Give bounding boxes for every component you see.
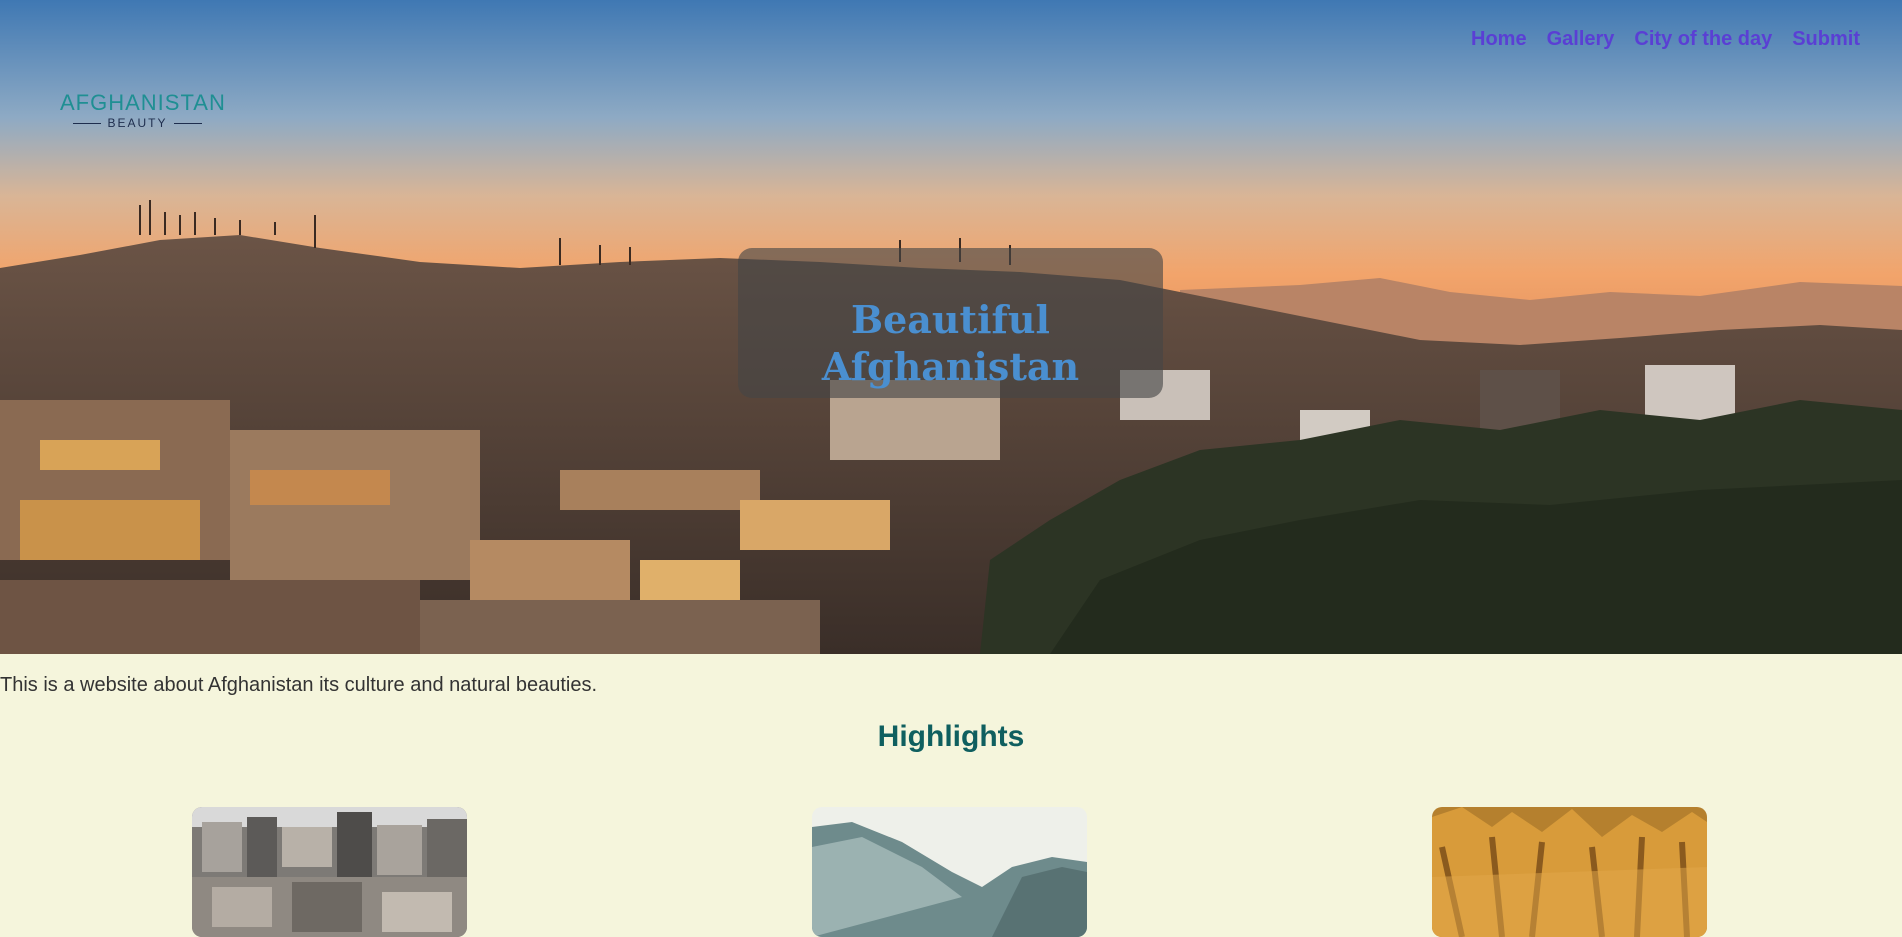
logo-divider-right [173, 122, 202, 124]
hero-title-box: Beautiful Afghanistan [738, 248, 1163, 398]
logo-sub-label: BEAUTY [107, 116, 168, 130]
hero-banner: AFGHANISTAN BEAUTY Home Gallery City of … [0, 0, 1902, 654]
nav-submit-link[interactable]: Submit [1792, 28, 1860, 51]
highlight-card-rocks[interactable] [1432, 807, 1707, 937]
city-photo [192, 807, 467, 937]
logo-main-text: AFGHANISTAN [60, 90, 226, 115]
main-nav: Home Gallery City of the day Submit [1471, 28, 1860, 51]
nav-city-of-the-day-link[interactable]: City of the day [1634, 28, 1772, 51]
highlights-title: Highlights [877, 720, 1025, 753]
nav-gallery-link[interactable]: Gallery [1547, 28, 1615, 51]
nav-home-link[interactable]: Home [1471, 28, 1527, 51]
snowy-valley-photo [812, 807, 1087, 937]
rock-formations-photo [1432, 807, 1707, 937]
logo-sub-text: BEAUTY [60, 116, 215, 130]
highlight-card-valley[interactable] [812, 807, 1087, 937]
hero-title: Beautiful Afghanistan [821, 297, 1080, 389]
logo-divider-left [73, 122, 102, 124]
site-logo[interactable]: AFGHANISTAN BEAUTY [60, 90, 226, 131]
intro-text: This is a website about Afghanistan its … [0, 674, 598, 696]
highlight-card-city[interactable] [192, 807, 467, 937]
